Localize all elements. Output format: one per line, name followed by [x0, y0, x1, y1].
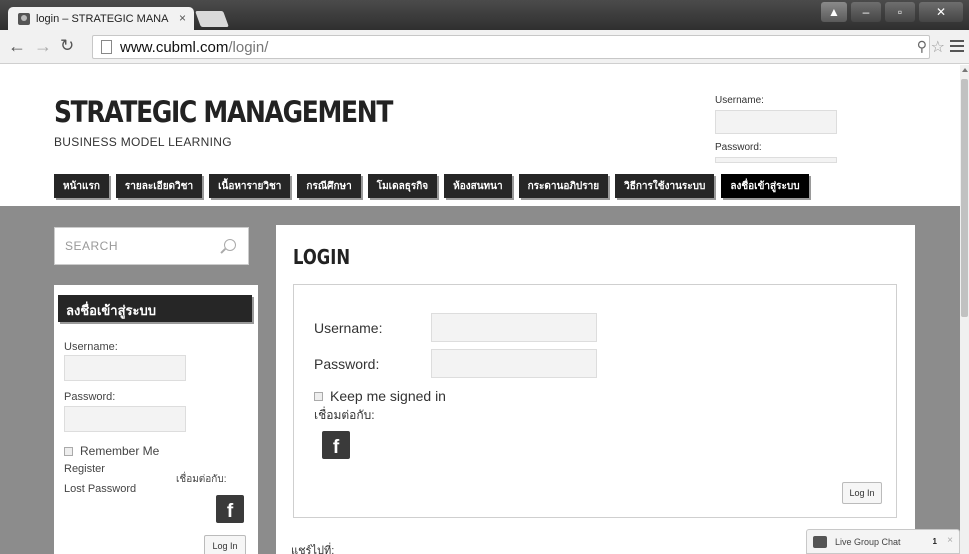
- sidebar-login-button[interactable]: Log In: [204, 535, 246, 554]
- address-bar[interactable]: www.cubml.com/login/: [92, 35, 930, 59]
- tab-close-icon[interactable]: ×: [179, 11, 186, 25]
- sidebar-connect-label: เชื่อมต่อกับ:: [176, 474, 227, 485]
- zoom-icon[interactable]: ⚲: [917, 38, 927, 55]
- connect-label: เชื่อมต่อกับ:: [314, 408, 375, 422]
- scroll-up-arrow-icon[interactable]: [962, 68, 968, 72]
- keep-signed-in-box[interactable]: [314, 391, 323, 401]
- new-tab-button[interactable]: [195, 11, 229, 27]
- login-button[interactable]: Log In: [842, 482, 882, 504]
- chat-close-icon[interactable]: ×: [947, 535, 953, 546]
- browser-toolbar: ← → ↻ www.cubml.com/login/ ⚲ ☆: [0, 30, 969, 64]
- register-link[interactable]: Register: [64, 463, 105, 475]
- search-icon[interactable]: [224, 239, 236, 251]
- nav-item-case-studies[interactable]: กรณีศึกษา: [297, 174, 361, 198]
- reload-icon[interactable]: ↻: [60, 36, 74, 56]
- header-username-input[interactable]: [715, 110, 837, 134]
- site-favicon-icon: [18, 13, 30, 25]
- header-password-input[interactable]: [715, 157, 837, 163]
- username-label: Username:: [314, 320, 383, 336]
- nav-item-login[interactable]: ลงชื่อเข้าสู่ระบบ: [721, 174, 809, 198]
- header-username-label: Username:: [715, 95, 764, 106]
- browser-tab[interactable]: login – STRATEGIC MANA ×: [8, 7, 194, 31]
- site-title[interactable]: STRATEGIC MANAGEMENT: [54, 95, 393, 129]
- remember-me-box[interactable]: [64, 446, 73, 456]
- maximize-button[interactable]: ▫: [885, 2, 915, 22]
- sidebar-widget-title: ลงชื่อเข้าสู่ระบบ: [58, 295, 252, 322]
- page-icon: [101, 40, 112, 54]
- main-nav: หน้าแรก รายละเอียดวิชา เนื้อหารายวิชา กร…: [54, 174, 809, 198]
- sidebar-username-input[interactable]: [64, 355, 186, 381]
- sidebar-username-label: Username:: [64, 341, 118, 353]
- nav-item-how-to-use[interactable]: วิธีการใช้งานระบบ: [615, 174, 715, 198]
- chat-icon: [813, 535, 827, 548]
- sidebar-password-label: Password:: [64, 391, 116, 403]
- password-input[interactable]: [431, 349, 597, 378]
- close-window-button[interactable]: ✕: [919, 2, 963, 22]
- search-input[interactable]: SEARCH: [54, 227, 249, 265]
- chat-count-badge: 1: [932, 537, 937, 546]
- remember-me-checkbox[interactable]: Remember Me: [64, 444, 159, 458]
- scrollbar-thumb[interactable]: [961, 79, 968, 317]
- tab-title: login – STRATEGIC MANA: [36, 13, 169, 25]
- nav-item-course-content[interactable]: เนื้อหารายวิชา: [209, 174, 291, 198]
- nav-item-chat-room[interactable]: ห้องสนทนา: [444, 174, 512, 198]
- back-arrow-icon[interactable]: ←: [8, 36, 26, 56]
- url-path: /login/: [228, 38, 269, 56]
- nav-item-home[interactable]: หน้าแรก: [54, 174, 109, 198]
- live-chat-widget[interactable]: Live Group Chat 1 ×: [806, 529, 960, 554]
- keep-signed-in-checkbox[interactable]: Keep me signed in: [314, 388, 446, 404]
- keep-signed-in-label: Keep me signed in: [330, 388, 446, 404]
- browser-menu-icon[interactable]: [950, 40, 964, 52]
- sidebar-login-widget: ลงชื่อเข้าสู่ระบบ Username: Password: Re…: [54, 285, 258, 554]
- password-label: Password:: [314, 356, 380, 372]
- facebook-icon[interactable]: f: [216, 495, 244, 523]
- login-form: Username: Password: Keep me signed in เช…: [293, 284, 897, 518]
- forward-arrow-icon[interactable]: →: [34, 36, 52, 56]
- remember-me-label: Remember Me: [80, 444, 160, 458]
- site-header: STRATEGIC MANAGEMENT BUSINESS MODEL LEAR…: [0, 65, 960, 206]
- lost-password-link[interactable]: Lost Password: [64, 483, 136, 495]
- header-login-form: Username: Password:: [715, 95, 845, 171]
- site-tagline: BUSINESS MODEL LEARNING: [54, 135, 232, 149]
- minimize-button[interactable]: –: [851, 2, 881, 22]
- bookmark-star-icon[interactable]: ☆: [931, 37, 945, 57]
- sidebar-password-input[interactable]: [64, 406, 186, 432]
- page-scrollbar[interactable]: [960, 65, 969, 554]
- facebook-icon[interactable]: f: [322, 431, 350, 459]
- page-title: LOGIN: [293, 245, 351, 269]
- window-controls: ▲ – ▫ ✕: [821, 2, 963, 22]
- header-password-label: Password:: [715, 142, 762, 153]
- username-input[interactable]: [431, 313, 597, 342]
- user-profile-icon[interactable]: ▲: [821, 2, 847, 22]
- main-login-panel: LOGIN Username: Password: Keep me signed…: [276, 225, 915, 554]
- browser-tabstrip: login – STRATEGIC MANA × ▲ – ▫ ✕: [0, 0, 969, 31]
- chat-label: Live Group Chat: [835, 536, 901, 547]
- url-host: www.cubml.com: [120, 38, 229, 56]
- nav-item-discussion-board[interactable]: กระดานอภิปราย: [518, 174, 609, 198]
- nav-item-course-details[interactable]: รายละเอียดวิชา: [115, 174, 203, 198]
- nav-item-business-model[interactable]: โมเดลธุรกิจ: [367, 174, 438, 198]
- share-label: แชร์ไปที่:: [291, 545, 335, 554]
- search-placeholder: SEARCH: [65, 239, 119, 253]
